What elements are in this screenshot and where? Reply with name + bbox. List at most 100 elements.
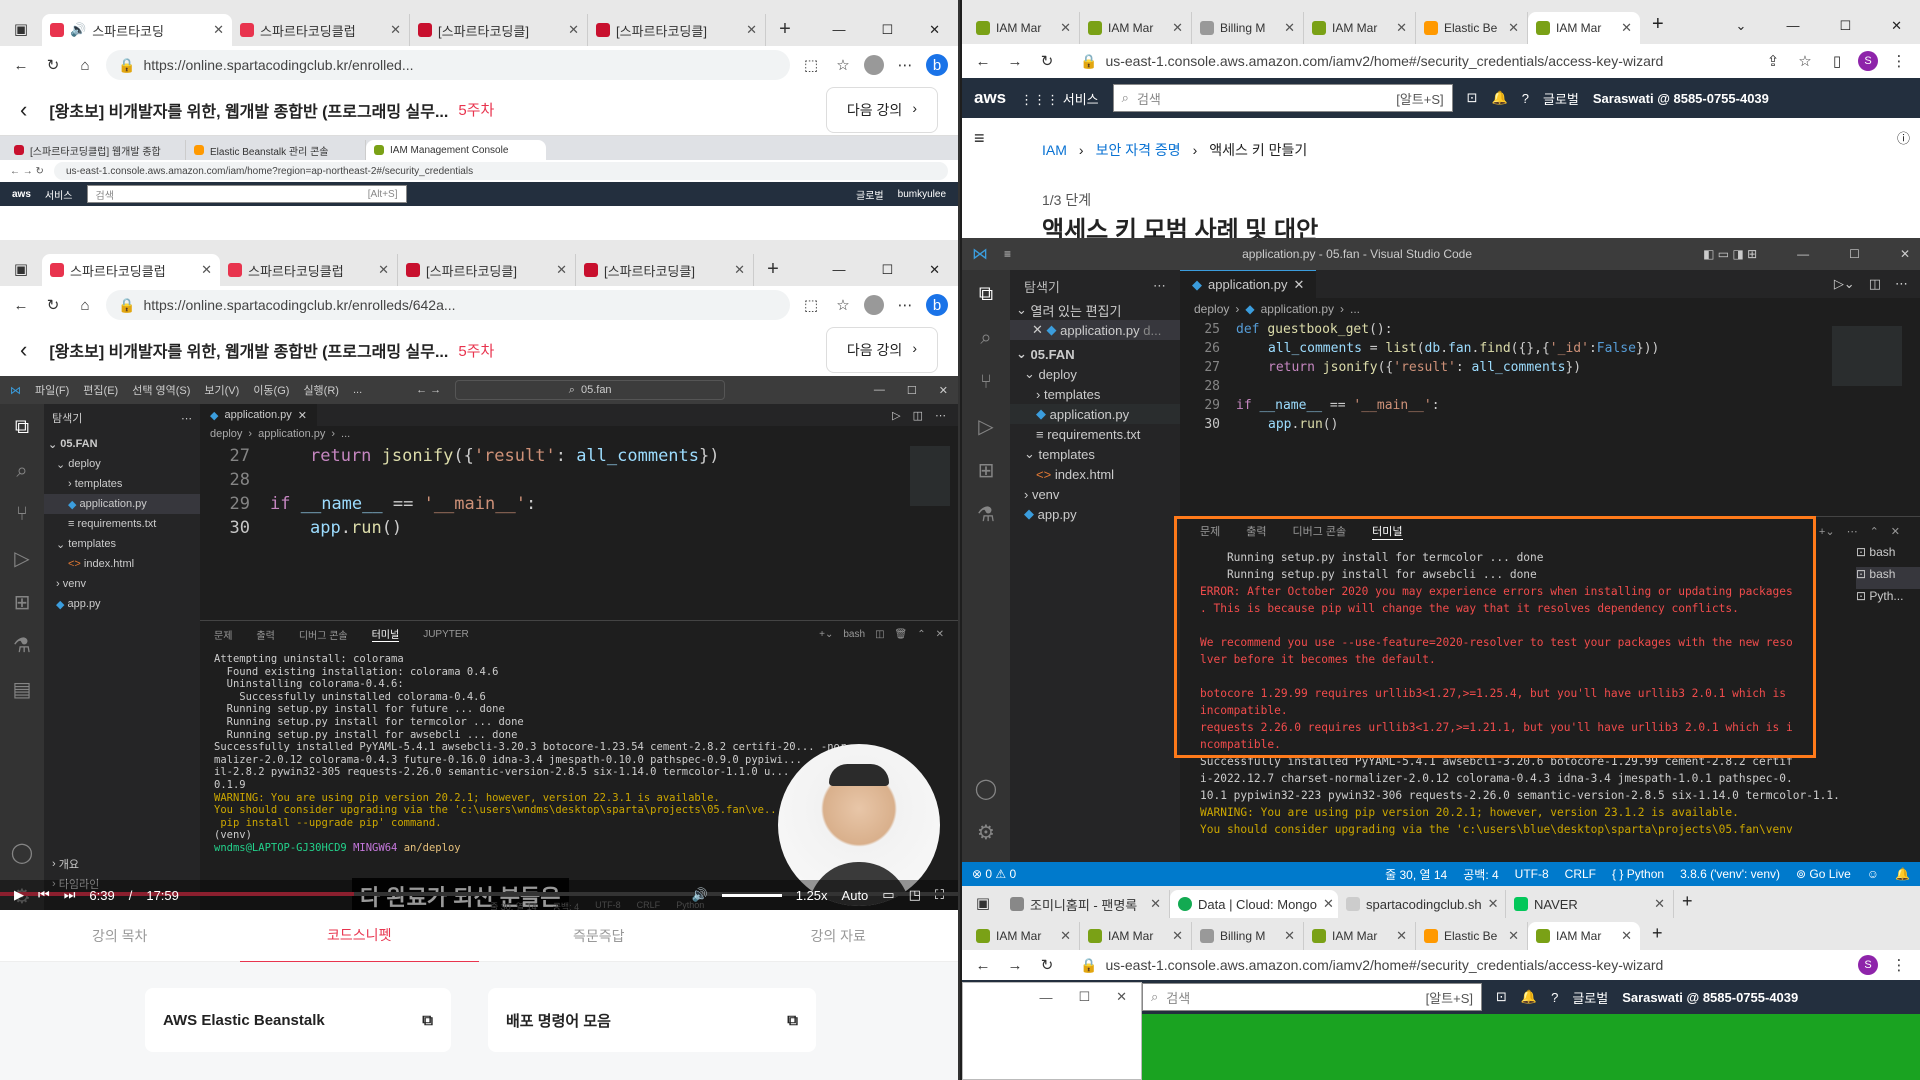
maximize-icon[interactable]: ☐ bbox=[1849, 247, 1860, 261]
search-input[interactable]: ⌕ 검색 [알트+S] bbox=[1112, 84, 1453, 112]
close-icon[interactable]: ✕ bbox=[1116, 989, 1127, 1005]
terminal-bash-2[interactable]: ⊡ bash bbox=[1856, 567, 1920, 589]
tab-minihompy[interactable]: 조미니홈피 - 팬명록 ✕ bbox=[1002, 890, 1170, 918]
speed-button[interactable]: 1.25x bbox=[796, 888, 828, 903]
copy-icon[interactable]: ⧉ bbox=[422, 1012, 433, 1029]
tree-deploy[interactable]: ⌄ deploy bbox=[1010, 364, 1180, 384]
shell-name[interactable]: bash bbox=[843, 629, 865, 640]
minimize-icon[interactable]: — bbox=[832, 22, 845, 38]
more-actions-icon[interactable]: ⋯ bbox=[935, 409, 946, 422]
run-icon[interactable]: ▷⌄ bbox=[1834, 276, 1855, 292]
pip-icon[interactable]: ◳ bbox=[909, 887, 921, 903]
minimize-icon[interactable]: — bbox=[874, 384, 885, 397]
tab-naver[interactable]: NAVER ✕ bbox=[1506, 890, 1674, 918]
more-icon[interactable]: ⋯ bbox=[894, 294, 916, 316]
extension-icon[interactable]: ⬚ bbox=[800, 54, 822, 76]
testing-icon[interactable]: ⚗ bbox=[972, 500, 1000, 528]
play-icon[interactable]: ▶ bbox=[14, 887, 24, 903]
maximize-icon[interactable]: ☐ bbox=[907, 384, 917, 397]
new-tab-icon[interactable]: + bbox=[1652, 923, 1663, 944]
user-menu[interactable]: Saraswati @ 8585-0755-4039 bbox=[1622, 990, 1798, 1005]
tab-spartacoding-4[interactable]: [스파르타코딩클] ✕ bbox=[576, 254, 754, 286]
tree-requirements[interactable]: ≡ requirements.txt bbox=[1010, 424, 1180, 444]
tab-lecture-materials[interactable]: 강의 자료 bbox=[719, 926, 959, 946]
close-icon[interactable]: ✕ bbox=[746, 22, 757, 38]
inner-region[interactable]: 글로벌 bbox=[856, 187, 884, 202]
folder-05fan[interactable]: ⌄ 05.FAN bbox=[44, 434, 200, 454]
minimap[interactable] bbox=[910, 446, 950, 506]
forward-icon[interactable]: → bbox=[1004, 50, 1026, 72]
tab-iam-2[interactable]: IAM Mar ✕ bbox=[1080, 12, 1192, 44]
files-icon[interactable]: ⧉ bbox=[972, 280, 1000, 308]
close-icon[interactable]: ✕ bbox=[390, 22, 401, 38]
refresh-icon[interactable]: ↻ bbox=[1036, 50, 1058, 72]
tab-actions-icon[interactable]: ▣ bbox=[10, 258, 32, 280]
status-interpreter[interactable]: 3.8.6 ('venv': venv) bbox=[1680, 867, 1780, 881]
extensions-icon[interactable]: ⊞ bbox=[972, 456, 1000, 484]
terminal-python[interactable]: ⊡ Pyth... bbox=[1856, 589, 1920, 611]
refresh-icon[interactable]: ↻ bbox=[1036, 954, 1058, 976]
close-icon[interactable]: ✕ bbox=[939, 384, 948, 397]
tab-lecture-index[interactable]: 강의 목차 bbox=[0, 926, 240, 946]
user-menu[interactable]: Saraswati @ 8585-0755-4039 bbox=[1593, 91, 1769, 106]
new-tab-icon[interactable]: + bbox=[762, 258, 784, 280]
back-icon[interactable]: ← bbox=[972, 50, 994, 72]
previous-icon[interactable]: ⏮ bbox=[38, 887, 50, 903]
quality-button[interactable]: Auto bbox=[842, 888, 869, 903]
back-icon[interactable]: ← bbox=[972, 954, 994, 976]
tree-deploy[interactable]: ⌄ deploy bbox=[44, 454, 200, 474]
home-icon[interactable]: ⌂ bbox=[74, 294, 96, 316]
minimize-icon[interactable]: — bbox=[832, 262, 845, 278]
tab-iam-2[interactable]: IAM Mar ✕ bbox=[1080, 922, 1192, 950]
outline-section[interactable]: › 개요 bbox=[44, 854, 200, 874]
sidebar-icon[interactable]: ▯ bbox=[1826, 50, 1848, 72]
maximize-icon[interactable]: ☐ bbox=[881, 22, 893, 38]
tab-iam-3[interactable]: IAM Mar ✕ bbox=[1304, 922, 1416, 950]
tree-templates[interactable]: › templates bbox=[44, 474, 200, 494]
tab-application-py[interactable]: ◆ application.py ✕ bbox=[200, 404, 317, 426]
tree-templates-2[interactable]: ⌄ templates bbox=[44, 534, 200, 554]
url-field[interactable]: 🔒 us-east-1.console.aws.amazon.com/iamv2/… bbox=[1068, 46, 1752, 76]
profile-icon[interactable] bbox=[864, 55, 884, 75]
new-tab-icon[interactable]: + bbox=[774, 18, 796, 40]
inner-url-field[interactable]: us-east-1.console.aws.amazon.com/iam/hom… bbox=[53, 162, 948, 180]
trash-icon[interactable]: 🗑 bbox=[895, 629, 908, 640]
new-tab-icon[interactable]: + bbox=[1652, 13, 1664, 36]
close-icon[interactable]: ✕ bbox=[1294, 277, 1305, 293]
bookmark-icon[interactable]: ☆ bbox=[1794, 50, 1816, 72]
tab-spartacoding-3[interactable]: [스파르타코딩클] ✕ bbox=[410, 14, 588, 46]
panel-tab-output[interactable]: 출력 bbox=[256, 627, 274, 642]
snippet-card-eb[interactable]: AWS Elastic Beanstalk ⧉ bbox=[145, 988, 451, 1052]
search-input[interactable]: ⌕ 검색 [알트+S] bbox=[1142, 983, 1482, 1011]
source-control-icon[interactable]: ⑂ bbox=[8, 501, 36, 529]
more-icon[interactable]: ⋮ bbox=[1888, 50, 1910, 72]
home-icon[interactable]: ⌂ bbox=[74, 54, 96, 76]
profile-icon[interactable]: S bbox=[1858, 955, 1878, 975]
help-icon[interactable]: ? bbox=[1551, 990, 1558, 1005]
forward-icon[interactable]: → bbox=[1004, 954, 1026, 976]
menu-file[interactable]: 파일(F) bbox=[35, 382, 69, 398]
copy-icon[interactable]: ⧉ bbox=[787, 1012, 798, 1029]
url-field[interactable]: 🔒 https://online.spartacodingclub.kr/enro… bbox=[106, 50, 790, 80]
maximize-icon[interactable]: ☐ bbox=[881, 262, 893, 278]
bing-icon[interactable]: b bbox=[926, 54, 948, 76]
tab-elastic[interactable]: Elastic Be ✕ bbox=[1416, 12, 1528, 44]
back-icon[interactable]: ← bbox=[10, 294, 32, 316]
panel-tab-debug[interactable]: 디버그 콘솔 bbox=[299, 627, 348, 642]
split-editor-icon[interactable]: ◫ bbox=[913, 409, 923, 422]
refresh-icon[interactable]: ↻ bbox=[42, 294, 64, 316]
tab-iam-active[interactable]: IAM Mar ✕ bbox=[1528, 922, 1640, 950]
panel-tab-problems[interactable]: 문제 bbox=[1200, 523, 1220, 539]
url-field[interactable]: 🔒 https://online.spartacodingclub.kr/enro… bbox=[106, 290, 790, 320]
search-icon[interactable]: ⌕ bbox=[8, 458, 36, 486]
account-icon[interactable]: ◯ bbox=[8, 839, 36, 867]
more-actions-icon[interactable]: ⋯ bbox=[1895, 276, 1908, 292]
tree-index-html[interactable]: <> index.html bbox=[44, 554, 200, 574]
bell-icon[interactable]: 🔔 bbox=[1521, 989, 1537, 1005]
tab-spartacoding-2[interactable]: 스파르타코딩클럽 ✕ bbox=[220, 254, 398, 286]
minimize-icon[interactable]: — bbox=[1797, 247, 1809, 261]
notebook-icon[interactable]: ▤ bbox=[8, 675, 36, 703]
snippet-card-deploy[interactable]: 배포 명령어 모음 ⧉ bbox=[488, 988, 816, 1052]
open-editors[interactable]: ⌄ 열려 있는 편집기 bbox=[1010, 300, 1180, 320]
aws-logo[interactable]: aws bbox=[974, 88, 1006, 108]
